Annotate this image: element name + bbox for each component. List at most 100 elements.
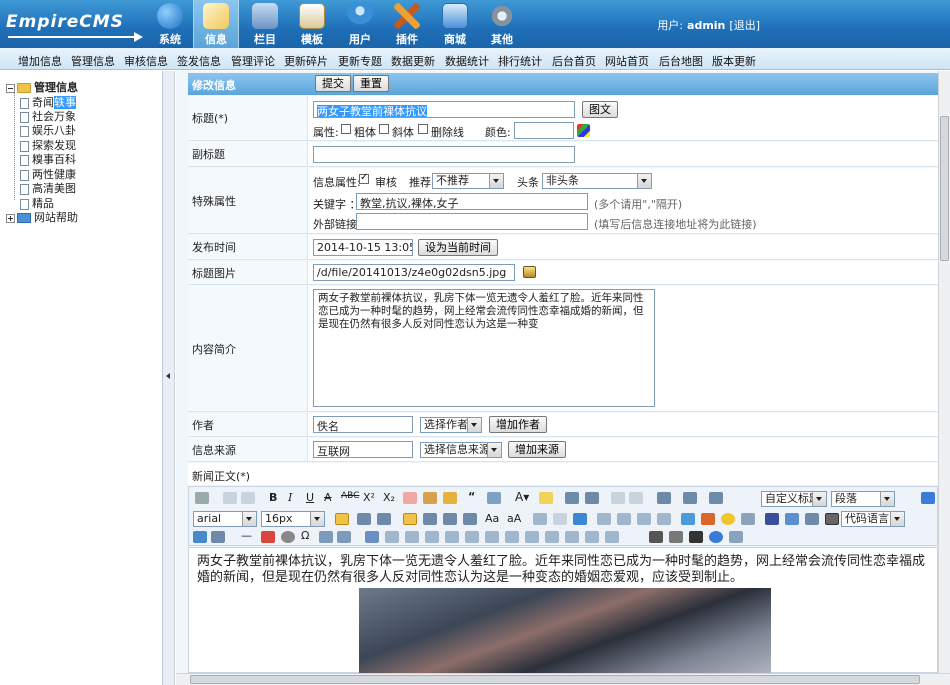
vertical-scroll-thumb[interactable] — [940, 116, 949, 261]
template-icon[interactable] — [193, 531, 207, 543]
bold-icon[interactable]: B — [269, 491, 277, 504]
search-replace-icon[interactable] — [337, 531, 351, 543]
image-none-icon[interactable] — [597, 513, 611, 525]
anchor-icon[interactable] — [573, 513, 587, 525]
submenu-update-topic[interactable]: 更新专题 — [338, 53, 382, 69]
tree-item-hd-photos[interactable]: 高清美图 — [20, 180, 76, 195]
empirecms-logo[interactable]: EmpireCMS — [6, 8, 146, 42]
drafts-icon[interactable] — [729, 531, 743, 543]
tab-column[interactable]: 栏目 — [242, 0, 288, 48]
help-icon[interactable] — [709, 531, 723, 543]
format-brush-icon[interactable] — [423, 492, 437, 504]
row-spacing-top-icon[interactable] — [657, 492, 671, 504]
horizontal-scrollbar[interactable] — [176, 673, 950, 685]
submenu-manage-info[interactable]: 管理信息 — [71, 53, 115, 69]
uppercase-icon[interactable]: Aa — [485, 512, 499, 525]
submenu-data-stats[interactable]: 数据统计 — [445, 53, 489, 69]
highlight-icon[interactable] — [539, 492, 553, 504]
submenu-audit-info[interactable]: 审核信息 — [124, 53, 168, 69]
auto-format-icon[interactable] — [443, 492, 457, 504]
unlink-icon[interactable] — [553, 513, 567, 525]
tab-plugin[interactable]: 插件 — [384, 0, 430, 48]
tree-item-qiwen[interactable]: 奇闻轶事 — [20, 94, 76, 109]
italic-checkbox[interactable] — [379, 124, 389, 134]
tab-template[interactable]: 模板 — [289, 0, 335, 48]
font-color-icon[interactable]: A▾ — [515, 490, 529, 504]
select-all-icon[interactable] — [611, 492, 625, 504]
emoticon-icon[interactable] — [721, 513, 735, 525]
insert-video-icon[interactable] — [765, 513, 779, 525]
submenu-admin-home[interactable]: 后台首页 — [552, 53, 596, 69]
bold-checkbox[interactable] — [341, 124, 351, 134]
submenu-data-update[interactable]: 数据更新 — [391, 53, 435, 69]
split-cells-icon[interactable] — [565, 531, 579, 543]
color-picker-icon[interactable] — [577, 124, 590, 137]
preview-icon[interactable] — [669, 531, 683, 543]
snapscreen-icon[interactable] — [741, 513, 755, 525]
submenu-update-fragment[interactable]: 更新碎片 — [284, 53, 328, 69]
merge-down-icon[interactable] — [545, 531, 559, 543]
rtl-icon[interactable] — [357, 513, 371, 525]
source-input[interactable]: 互联网 — [313, 441, 413, 458]
outlink-input[interactable] — [356, 213, 588, 230]
print-icon[interactable] — [649, 531, 663, 543]
add-author-button[interactable]: 增加作者 — [489, 416, 547, 433]
insert-paragraph-before-icon[interactable] — [405, 531, 419, 543]
merge-right-icon[interactable] — [525, 531, 539, 543]
delete-row-icon[interactable] — [445, 531, 459, 543]
submit-button[interactable]: 提交 — [315, 75, 351, 92]
code-icon[interactable] — [825, 513, 839, 525]
indent-icon[interactable] — [377, 513, 391, 525]
pubtime-input[interactable]: 2014-10-15 13:05:01 — [313, 239, 413, 256]
special-chars-icon[interactable]: Ω — [301, 529, 309, 542]
image-select-icon[interactable] — [523, 266, 536, 278]
image-left-icon[interactable] — [617, 513, 631, 525]
code-language-select[interactable]: 代码语言 — [841, 511, 905, 527]
horizontal-scroll-thumb[interactable] — [190, 675, 920, 684]
fullscreen-icon[interactable] — [921, 492, 935, 504]
undo-icon[interactable] — [223, 492, 237, 504]
summary-textarea[interactable]: 两女子教堂前裸体抗议，乳房下体一览无遗令人羞红了脸。近年来同性恋已成为一种时髦的… — [313, 289, 655, 407]
line-height-icon[interactable] — [709, 492, 723, 504]
delete-table-icon[interactable] — [385, 531, 399, 543]
font-border-icon[interactable]: A — [324, 491, 332, 504]
editor-content[interactable]: 两女子教堂前裸体抗议，乳房下体一览无遗令人羞红了脸。近年来同性恋已成为一种时髦的… — [188, 547, 938, 673]
tab-other[interactable]: 其他 — [479, 0, 525, 48]
image-center-icon[interactable] — [657, 513, 671, 525]
split-rows-icon[interactable] — [585, 531, 599, 543]
font-size-select[interactable]: 16px — [261, 511, 325, 527]
align-justify-icon[interactable] — [463, 513, 477, 525]
strikethrough-icon[interactable]: ABC — [341, 491, 359, 501]
logout-link[interactable]: [退出] — [729, 19, 760, 32]
redo-icon[interactable] — [241, 492, 255, 504]
tree-item-jokes[interactable]: 糗事百科 — [20, 151, 76, 166]
insert-image-icon[interactable] — [681, 513, 695, 525]
tree-item-featured[interactable]: 精品 — [20, 195, 54, 210]
image-right-icon[interactable] — [637, 513, 651, 525]
paste-text-icon[interactable] — [487, 492, 501, 504]
submenu-add-info[interactable]: 增加信息 — [18, 53, 62, 69]
underline-icon[interactable]: U — [306, 491, 314, 504]
italic-icon[interactable]: I — [288, 491, 292, 504]
author-select[interactable]: 选择作者 — [420, 417, 482, 433]
horizontal-rule-icon[interactable]: — — [241, 529, 252, 542]
eraser-icon[interactable] — [403, 492, 417, 504]
font-family-select[interactable]: arial — [193, 511, 257, 527]
insert-col-icon[interactable] — [465, 531, 479, 543]
panel-splitter[interactable] — [163, 71, 175, 685]
vertical-scrollbar[interactable] — [938, 71, 950, 673]
row-spacing-bottom-icon[interactable] — [683, 492, 697, 504]
recommend-select[interactable]: 不推荐 — [432, 173, 504, 189]
align-center-icon[interactable] — [423, 513, 437, 525]
split-cols-icon[interactable] — [605, 531, 619, 543]
merge-cells-icon[interactable] — [505, 531, 519, 543]
multi-image-icon[interactable] — [701, 513, 715, 525]
align-left-icon[interactable] — [403, 513, 417, 525]
headline-select[interactable]: 非头条 — [542, 173, 652, 189]
wordimage-icon[interactable] — [319, 531, 333, 543]
html-source-icon[interactable] — [195, 492, 209, 504]
tree-item-entertainment[interactable]: 娱乐八卦 — [20, 122, 76, 137]
titlepic-input[interactable]: /d/file/20141013/z4e0g02dsn5.jpg — [313, 264, 515, 281]
subscript-icon[interactable]: X₂ — [383, 491, 395, 504]
color-input[interactable] — [514, 122, 574, 139]
